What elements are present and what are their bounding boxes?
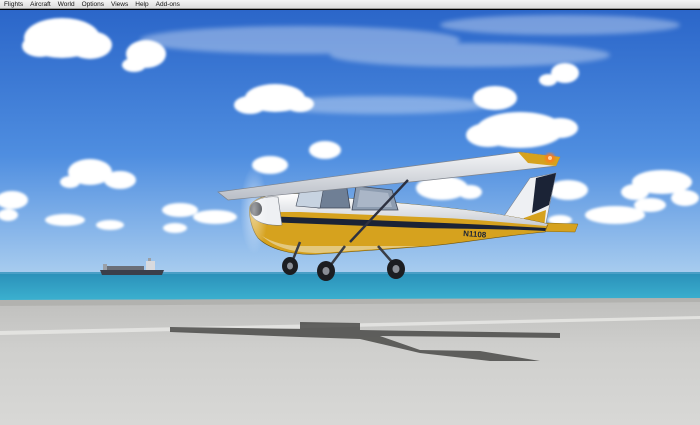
scene-canvas: N1108 [0, 10, 700, 425]
menu-help[interactable]: Help [135, 0, 148, 9]
menu-flights[interactable]: Flights [4, 0, 23, 9]
menu-aircraft[interactable]: Aircraft [30, 0, 51, 9]
registration-label: N1108 [463, 229, 487, 240]
3d-viewport[interactable]: N1108 [0, 10, 700, 425]
runway [0, 298, 700, 425]
propeller-disc [240, 166, 268, 254]
sea [0, 272, 700, 300]
menu-world[interactable]: World [58, 0, 75, 9]
menu-options[interactable]: Options [82, 0, 104, 9]
menu-bar: Flights Aircraft World Options Views Hel… [0, 0, 700, 9]
flight-sim-window: Flights Aircraft World Options Views Hel… [0, 0, 700, 425]
menu-views[interactable]: Views [111, 0, 128, 9]
menu-add-ons[interactable]: Add-ons [156, 0, 180, 9]
